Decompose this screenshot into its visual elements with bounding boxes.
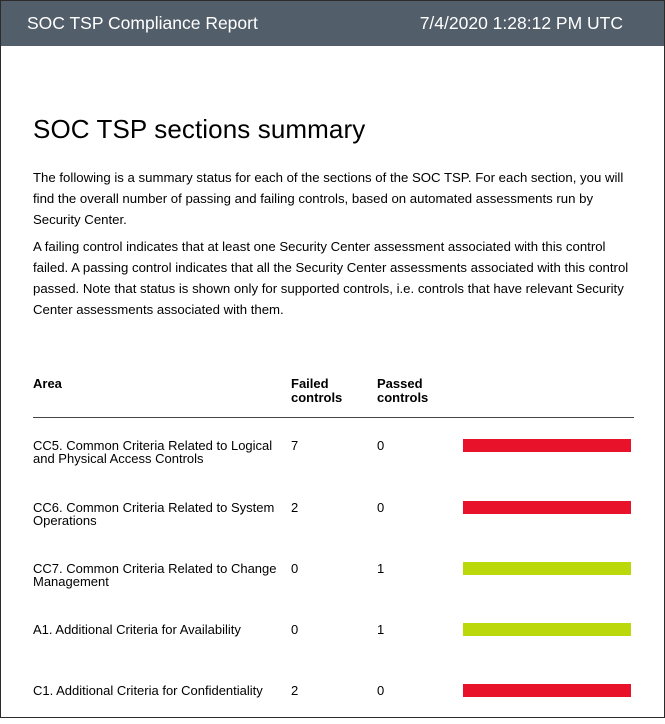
area-cell: C1. Additional Criteria for Confidential…	[33, 682, 263, 698]
passed-count-cell: 0	[377, 682, 385, 698]
explanation-paragraph: A failing control indicates that at leas…	[33, 239, 629, 317]
status-bar-cell	[463, 663, 634, 724]
failed-count-cell: 7	[291, 438, 299, 453]
failed-count-cell: 2	[291, 682, 299, 698]
status-bar-failed	[463, 500, 631, 514]
report-title: SOC TSP Compliance Report	[27, 13, 258, 33]
intro-paragraph: The following is a summary status for ea…	[33, 170, 624, 227]
passed-count-cell: 1	[377, 560, 385, 576]
status-bar-passed	[463, 622, 631, 636]
area-cell: A1. Additional Criteria for Availability	[33, 621, 241, 637]
status-bar-cell	[463, 602, 634, 663]
column-header-area: Area	[33, 376, 62, 391]
table-row: CC7. Common Criteria Related to Change M…	[33, 541, 634, 602]
failed-count-cell: 0	[291, 560, 299, 576]
failed-count-cell: 2	[291, 499, 299, 515]
status-bar-failed	[463, 439, 631, 452]
passed-count-cell: 1	[377, 621, 385, 637]
section-heading: SOC TSP sections summary	[33, 114, 366, 144]
table-row: CC6. Common Criteria Related to System O…	[33, 480, 634, 541]
report-content: SOC TSP sections summary The following i…	[1, 114, 664, 724]
table-row: A1. Additional Criteria for Availability…	[33, 602, 634, 663]
status-bar-cell	[463, 418, 634, 480]
area-cell: CC7. Common Criteria Related to Change M…	[33, 560, 277, 589]
table-row: C1. Additional Criteria for Confidential…	[33, 663, 634, 724]
column-header-status-bar	[463, 373, 634, 418]
status-bar-cell	[463, 480, 634, 541]
passed-count-cell: 0	[377, 438, 385, 453]
failed-count-cell: 0	[291, 621, 299, 637]
column-header-passed-controls: Passed controls	[377, 376, 429, 405]
table-header-row: Area Failed controls Passed controls	[33, 373, 634, 418]
status-bar-passed	[463, 561, 631, 575]
area-cell: CC6. Common Criteria Related to System O…	[33, 499, 275, 528]
area-cell: CC5. Common Criteria Related to Logical …	[33, 438, 273, 466]
table-row: CC5. Common Criteria Related to Logical …	[33, 418, 634, 480]
status-bar-failed	[463, 683, 631, 697]
sections-summary-table: Area Failed controls Passed controls CC5. …	[33, 373, 634, 724]
status-bar-cell	[463, 541, 634, 602]
report-header: SOC TSP Compliance Report 7/4/2020 1:28:…	[1, 1, 664, 46]
column-header-failed-controls: Failed controls	[291, 376, 343, 405]
report-timestamp: 7/4/2020 1:28:12 PM UTC	[419, 13, 623, 33]
passed-count-cell: 0	[377, 499, 385, 515]
